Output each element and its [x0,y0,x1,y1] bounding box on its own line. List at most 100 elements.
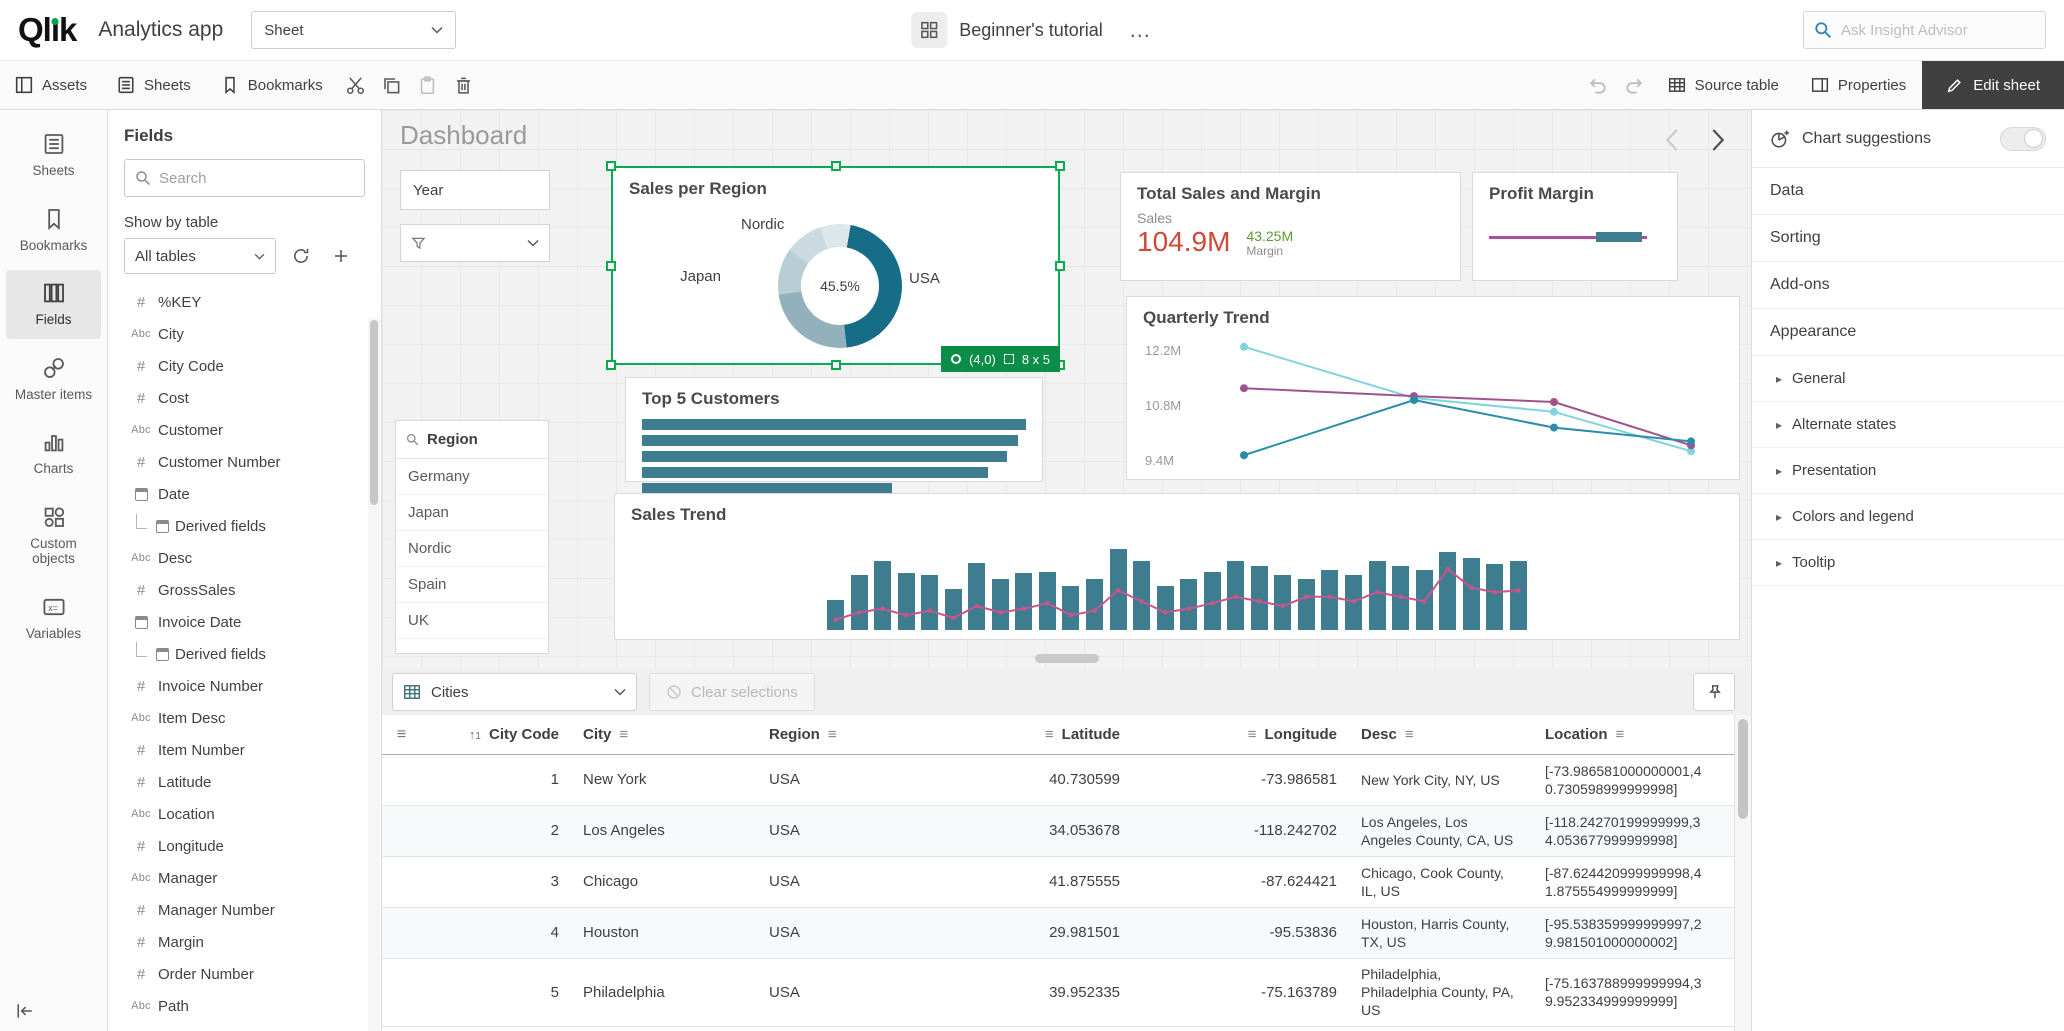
insight-advisor-search[interactable] [1803,11,2046,49]
column-menu-icon[interactable]: ≡ [1405,726,1414,743]
subsection-presentation[interactable]: ▸Presentation [1752,448,2064,494]
field-preview-button[interactable] [286,241,316,271]
column-header-location[interactable]: Location≡ [1533,715,1724,754]
region-filter-value[interactable]: UK [396,603,548,639]
resize-handle[interactable] [831,161,841,171]
fields-search[interactable] [124,159,365,197]
cell-city[interactable]: Houston [571,917,757,949]
column-menu-icon[interactable]: ≡ [1045,726,1054,743]
column-header-region[interactable]: Region≡ [757,715,950,754]
row-menu-header[interactable]: ≡ [382,715,421,754]
pin-button[interactable] [1693,673,1735,711]
resize-handle[interactable] [606,161,616,171]
region-filter-value[interactable]: Nordic [396,531,548,567]
cell-desc[interactable]: Houston, Harris County, TX, US [1349,909,1533,957]
field-item[interactable]: #Item Number [108,734,381,766]
table-scrollbar[interactable] [1734,715,1751,1031]
cell-desc[interactable]: Chicago, Cook County, IL, US [1349,858,1533,906]
sidebar-item-fields[interactable]: Fields [6,270,101,339]
cell-location[interactable]: [-95.538359999999997,29.981501000000002] [1533,909,1724,957]
insight-advisor-input[interactable] [1841,22,2035,39]
field-item[interactable]: AbcItem Desc [108,702,381,734]
donut-chart[interactable]: 45.5% [778,224,902,348]
cell-city-code[interactable]: 1 [421,764,571,796]
cell-desc[interactable]: Philadelphia, Philadelphia County, PA, U… [1349,959,1533,1026]
cell-city[interactable]: Philadelphia [571,977,757,1009]
undo-button[interactable] [1580,61,1616,109]
table-row[interactable]: 3ChicagoUSA41.875555-87.624421Chicago, C… [382,857,1751,908]
column-menu-icon[interactable]: ≡ [1248,726,1257,743]
cell-latitude[interactable]: 39.952335 [950,977,1132,1009]
region-filter-value[interactable]: Japan [396,495,548,531]
subsection-tooltip[interactable]: ▸Tooltip [1752,540,2064,586]
cell-region[interactable]: USA [757,917,950,949]
table-row[interactable]: 4HoustonUSA29.981501-95.53836Houston, Ha… [382,908,1751,959]
properties-button[interactable]: Properties [1795,61,1922,109]
more-menu-button[interactable]: … [1129,17,1153,43]
source-table-button[interactable]: Source table [1652,61,1795,109]
field-item[interactable]: AbcCity [108,318,381,350]
cell-latitude[interactable]: 34.053678 [950,815,1132,847]
section-add-ons[interactable]: Add-ons [1752,262,2064,309]
sidebar-item-sheets[interactable]: Sheets [6,121,101,190]
cell-latitude[interactable]: 29.981501 [950,917,1132,949]
cell-latitude[interactable]: 41.875555 [950,866,1132,898]
cell-location[interactable]: [-75.163788999999994,39.952334999999999] [1533,968,1724,1016]
column-menu-icon[interactable]: ≡ [828,726,837,743]
cell-longitude[interactable]: -95.53836 [1132,917,1349,949]
cut-button[interactable] [338,61,374,109]
tab-assets[interactable]: Assets [0,61,102,109]
table-row[interactable]: 5PhiladelphiaUSA39.952335-75.163789Phila… [382,959,1751,1027]
field-item[interactable]: #Customer Number [108,446,381,478]
cell-longitude[interactable]: -73.986581 [1132,764,1349,796]
field-item[interactable]: Invoice Date [108,606,381,638]
resize-handle[interactable] [606,261,616,271]
tab-bookmarks[interactable]: Bookmarks [206,61,338,109]
next-sheet-button[interactable] [1711,128,1725,152]
cell-city[interactable]: Los Angeles [571,815,757,847]
field-item[interactable]: #Latitude [108,766,381,798]
chart-profit-margin[interactable]: Profit Margin [1472,172,1678,281]
cell-city[interactable]: New York [571,764,757,796]
field-item[interactable]: #Order Number [108,958,381,990]
redo-button[interactable] [1616,61,1652,109]
chart-sales-per-region[interactable]: Sales per Region 45.5% Nordic Japan USA … [611,166,1060,365]
edit-sheet-button[interactable]: Edit sheet [1922,61,2064,109]
field-item[interactable]: AbcManager [108,862,381,894]
field-item[interactable]: #Invoice Number [108,670,381,702]
region-filter-value[interactable]: Germany [396,459,548,495]
cell-longitude[interactable]: -118.242702 [1132,815,1349,847]
region-filter-pane[interactable]: Region GermanyJapanNordicSpainUK [395,420,549,654]
fields-search-input[interactable] [159,170,354,187]
sidebar-item-variables[interactable]: x= Variables [6,584,101,653]
chart-quarterly-trend[interactable]: Quarterly Trend 12.2M 10.8M 9.4M [1126,296,1740,480]
cell-desc[interactable]: New York City, NY, US [1349,765,1533,795]
field-item[interactable]: AbcPath [108,990,381,1022]
cell-region[interactable]: USA [757,815,950,847]
field-item[interactable]: #Margin [108,926,381,958]
app-thumbnail-icon[interactable] [911,12,947,48]
chart-suggestions-toggle[interactable] [2000,127,2046,151]
qlik-logo[interactable]: Qlık [18,11,76,49]
resize-handle[interactable] [1055,161,1065,171]
table-row[interactable]: 2Los AngelesUSA34.053678-118.242702Los A… [382,806,1751,857]
tab-sheets[interactable]: Sheets [102,61,206,109]
sheet-selector-dropdown[interactable]: Sheet [251,11,456,49]
previous-sheet-button[interactable] [1665,128,1679,152]
column-menu-icon[interactable]: ≡ [619,726,628,743]
column-header-latitude[interactable]: ≡Latitude [950,715,1132,754]
subsection-general[interactable]: ▸General [1752,356,2064,402]
cell-location[interactable]: [-118.24270199999999,34.053677999999998] [1533,807,1724,855]
resize-handle[interactable] [1055,261,1065,271]
field-item[interactable]: #Manager Number [108,894,381,926]
field-item[interactable]: #GrossSales [108,574,381,606]
scrollbar-thumb[interactable] [370,320,378,505]
field-item[interactable]: AbcProduct Group [108,1022,381,1031]
field-item[interactable]: #City Code [108,350,381,382]
subsection-alternate-states[interactable]: ▸Alternate states [1752,402,2064,448]
paste-button[interactable] [410,61,446,109]
all-tables-dropdown[interactable]: All tables [124,238,276,274]
cell-location[interactable]: [-87.624420999999998,41.875554999999999] [1533,858,1724,906]
subsection-colors-and-legend[interactable]: ▸Colors and legend [1752,494,2064,540]
cell-city[interactable]: Chicago [571,866,757,898]
